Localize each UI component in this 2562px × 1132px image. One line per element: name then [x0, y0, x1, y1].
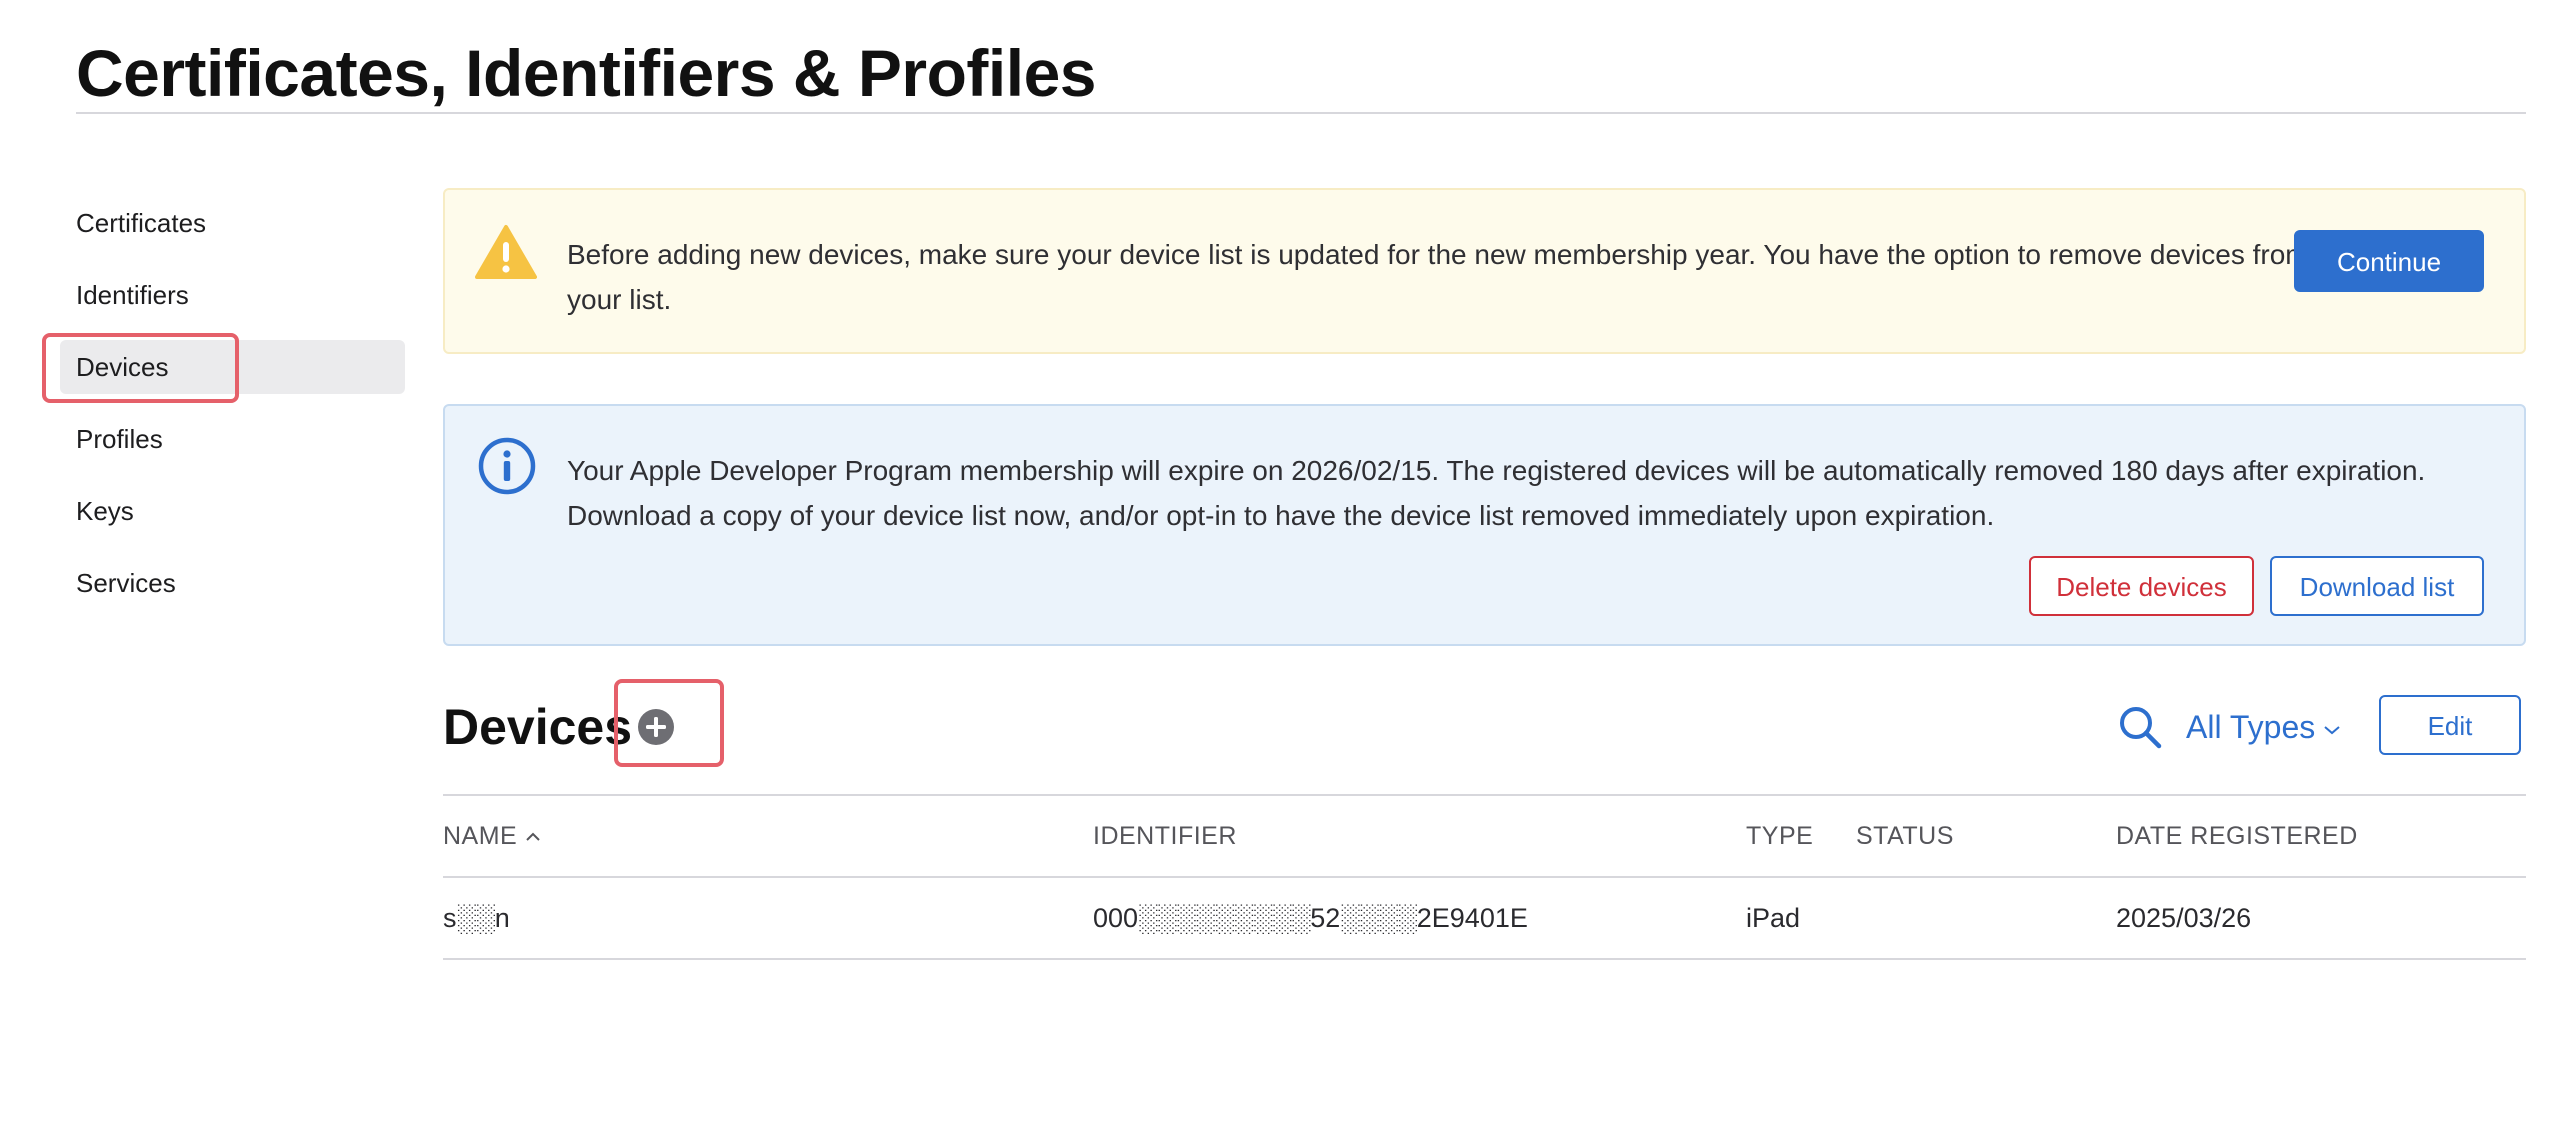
column-header-identifier[interactable]: IDENTIFIER: [1093, 796, 1237, 876]
table-bottom-divider: [443, 958, 2526, 960]
membership-warning-banner: Before adding new devices, make sure you…: [443, 188, 2526, 354]
delete-devices-button[interactable]: Delete devices: [2029, 556, 2254, 616]
membership-expiry-banner: Your Apple Developer Program membership …: [443, 404, 2526, 646]
page: Certificates, Identifiers & Profiles Cer…: [0, 0, 2562, 1132]
sidebar-item-identifiers[interactable]: Identifiers: [60, 268, 405, 322]
sidebar-item-keys[interactable]: Keys: [60, 484, 405, 538]
column-header-name[interactable]: NAME: [443, 796, 541, 876]
device-type-filter-label: All Types: [2186, 709, 2316, 745]
column-header-type[interactable]: TYPE: [1746, 796, 1813, 876]
table-row[interactable]: s░░n 000░░░░░░░░░52░░░░2E9401E iPad 2025…: [443, 878, 2526, 958]
expiry-message: Your Apple Developer Program membership …: [567, 455, 2426, 531]
continue-button[interactable]: Continue: [2294, 230, 2484, 292]
sidebar-item-devices[interactable]: Devices: [60, 340, 405, 394]
device-identifier-cell: 000░░░░░░░░░52░░░░2E9401E: [1093, 903, 1528, 933]
sidebar-item-services[interactable]: Services: [60, 556, 405, 610]
devices-section-title: Devices: [443, 699, 633, 755]
sidebar: Certificates Identifiers Devices Profile…: [60, 196, 405, 628]
plus-circle-icon[interactable]: [637, 708, 675, 746]
column-header-name-label: NAME: [443, 822, 518, 850]
edit-button[interactable]: Edit: [2379, 695, 2521, 755]
download-list-button[interactable]: Download list: [2270, 556, 2484, 616]
page-title: Certificates, Identifiers & Profiles: [76, 36, 1097, 110]
search-icon[interactable]: [2118, 705, 2162, 749]
info-circle-icon: [478, 437, 536, 495]
device-type-cell: iPad: [1746, 903, 1801, 933]
device-name-cell: s░░n: [443, 903, 510, 933]
chevron-down-icon: [2324, 725, 2340, 734]
device-date-cell: 2025/03/26: [2116, 903, 2252, 933]
sidebar-item-certificates[interactable]: Certificates: [60, 196, 405, 250]
title-divider: [76, 112, 2526, 114]
sort-ascending-icon: [526, 832, 540, 842]
column-header-status[interactable]: STATUS: [1856, 796, 1954, 876]
warning-triangle-icon: [475, 225, 537, 279]
warning-message: Before adding new devices, make sure you…: [567, 239, 2309, 315]
sidebar-item-profiles[interactable]: Profiles: [60, 412, 405, 466]
table-header-row: NAME IDENTIFIER TYPE STATUS DATE REGISTE…: [443, 796, 2526, 876]
device-type-filter[interactable]: All Types: [2186, 704, 2341, 750]
column-header-date-registered[interactable]: DATE REGISTERED: [2116, 796, 2358, 876]
devices-table: NAME IDENTIFIER TYPE STATUS DATE REGISTE…: [443, 794, 2526, 960]
